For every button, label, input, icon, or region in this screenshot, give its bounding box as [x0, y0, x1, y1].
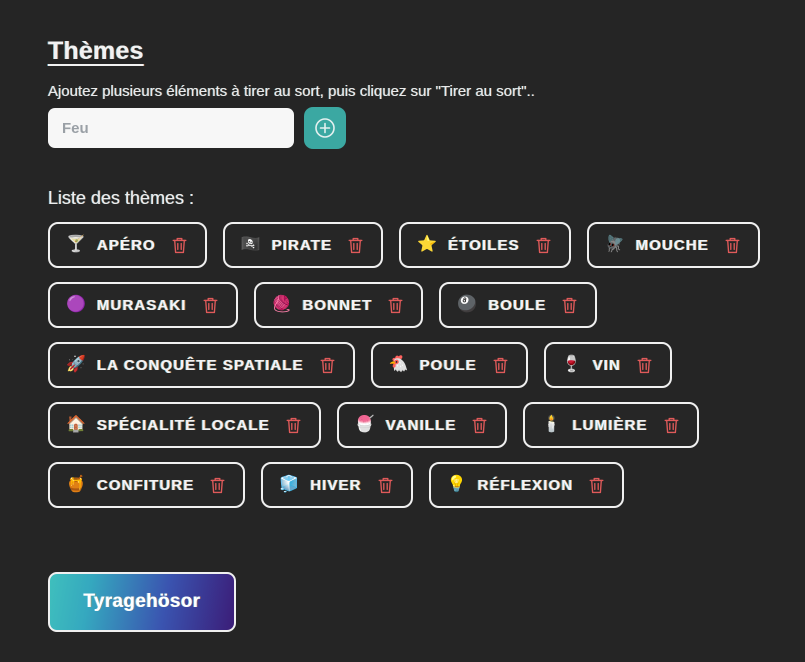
theme-emoji-icon: 🧊: [279, 476, 300, 493]
theme-chip-label: POULE: [419, 356, 477, 374]
trash-icon[interactable]: [662, 415, 681, 436]
theme-chip-label: VANILLE: [385, 416, 457, 434]
theme-chip-label: RÉFLEXION: [477, 476, 574, 494]
theme-emoji-icon: 🍷: [561, 356, 582, 373]
theme-chip-label: SPÉCIALITÉ LOCALE: [96, 416, 270, 434]
add-theme-row: [48, 107, 346, 149]
theme-chip-label: MOUCHE: [635, 236, 709, 254]
theme-emoji-icon: 💡: [446, 476, 467, 493]
trash-icon[interactable]: [470, 415, 489, 436]
theme-emoji-icon: ⭐: [417, 236, 438, 253]
themes-list: 🍸 APÉRO 🏴‍☠️ PIRATE ⭐ ÉTOILES 🪰 MOUCHE 🟣 MURASAKI…: [48, 222, 778, 508]
theme-chip[interactable]: 🟣 MURASAKI: [48, 282, 238, 328]
theme-emoji-icon: 🧶: [271, 296, 292, 313]
trash-icon[interactable]: [386, 295, 405, 316]
trash-icon[interactable]: [346, 235, 365, 256]
trash-icon[interactable]: [170, 235, 189, 256]
theme-chip-label: MURASAKI: [96, 296, 187, 314]
theme-emoji-icon: 🟣: [66, 296, 86, 313]
trash-icon[interactable]: [318, 355, 337, 376]
theme-chip-label: PIRATE: [271, 236, 333, 254]
theme-emoji-icon: 🪰: [604, 236, 625, 253]
theme-chip-label: CONFITURE: [96, 476, 195, 494]
theme-emoji-icon: 🚀: [66, 356, 86, 373]
trash-icon[interactable]: [284, 415, 303, 436]
theme-chip[interactable]: 🏠 SPÉCIALITÉ LOCALE: [48, 402, 321, 448]
theme-chip[interactable]: 🕯️ LUMIÈRE: [523, 402, 699, 448]
theme-chip-label: LUMIÈRE: [572, 416, 648, 434]
theme-chip-label: BOULE: [488, 296, 547, 314]
trash-icon[interactable]: [587, 475, 606, 496]
theme-chip[interactable]: 🪰 MOUCHE: [586, 222, 760, 268]
circle-plus-icon: [313, 116, 337, 140]
theme-chip-label: ÉTOILES: [448, 236, 520, 254]
theme-emoji-icon: 🍯: [66, 476, 86, 493]
theme-chip[interactable]: 💡 RÉFLEXION: [428, 462, 625, 508]
theme-chip-label: APÉRO: [96, 236, 156, 254]
page-subtitle: Ajoutez plusieurs éléments à tirer au so…: [48, 83, 535, 100]
page-title: Thèmes: [48, 36, 144, 65]
theme-chip-label: BONNET: [302, 296, 373, 314]
theme-chip[interactable]: ⭐ ÉTOILES: [399, 222, 571, 268]
theme-emoji-icon: 🏴‍☠️: [240, 236, 261, 253]
trash-icon[interactable]: [376, 475, 395, 496]
theme-chip[interactable]: 🎱 BOULE: [439, 282, 598, 328]
theme-chip[interactable]: 🚀 LA CONQUÊTE SPATIALE: [48, 342, 355, 388]
theme-chip-label: HIVER: [310, 476, 362, 494]
trash-icon[interactable]: [208, 475, 227, 496]
theme-chip[interactable]: 🧶 BONNET: [253, 282, 424, 328]
trash-icon[interactable]: [491, 355, 510, 376]
theme-emoji-icon: 🏠: [66, 416, 86, 433]
list-heading: Liste des thèmes :: [48, 188, 195, 208]
theme-chip[interactable]: 🏴‍☠️ PIRATE: [222, 222, 384, 268]
trash-icon[interactable]: [635, 355, 654, 376]
theme-emoji-icon: 🎱: [457, 296, 478, 313]
theme-input[interactable]: [48, 108, 294, 148]
theme-emoji-icon: 🍧: [354, 416, 375, 433]
theme-chip[interactable]: 🍯 CONFITURE: [48, 462, 246, 508]
draw-lots-button[interactable]: Tyragehösor: [48, 572, 236, 632]
trash-icon[interactable]: [723, 235, 742, 256]
trash-icon[interactable]: [201, 295, 220, 316]
theme-chip[interactable]: 🍸 APÉRO: [48, 222, 207, 268]
theme-chip[interactable]: 🍷 VIN: [543, 342, 672, 388]
trash-icon[interactable]: [560, 295, 579, 316]
theme-chip[interactable]: 🐔 POULE: [370, 342, 528, 388]
add-theme-button[interactable]: [304, 107, 346, 149]
theme-chip-label: LA CONQUÊTE SPATIALE: [96, 356, 304, 374]
theme-chip-label: VIN: [592, 356, 621, 374]
theme-emoji-icon: 🐔: [388, 356, 409, 373]
theme-chip[interactable]: 🍧 VANILLE: [336, 402, 508, 448]
theme-emoji-icon: 🍸: [66, 236, 86, 253]
trash-icon[interactable]: [534, 235, 553, 256]
theme-emoji-icon: 🕯️: [541, 416, 562, 433]
themes-page: Thèmes Ajoutez plusieurs éléments à tire…: [0, 0, 805, 662]
theme-chip[interactable]: 🧊 HIVER: [261, 462, 413, 508]
